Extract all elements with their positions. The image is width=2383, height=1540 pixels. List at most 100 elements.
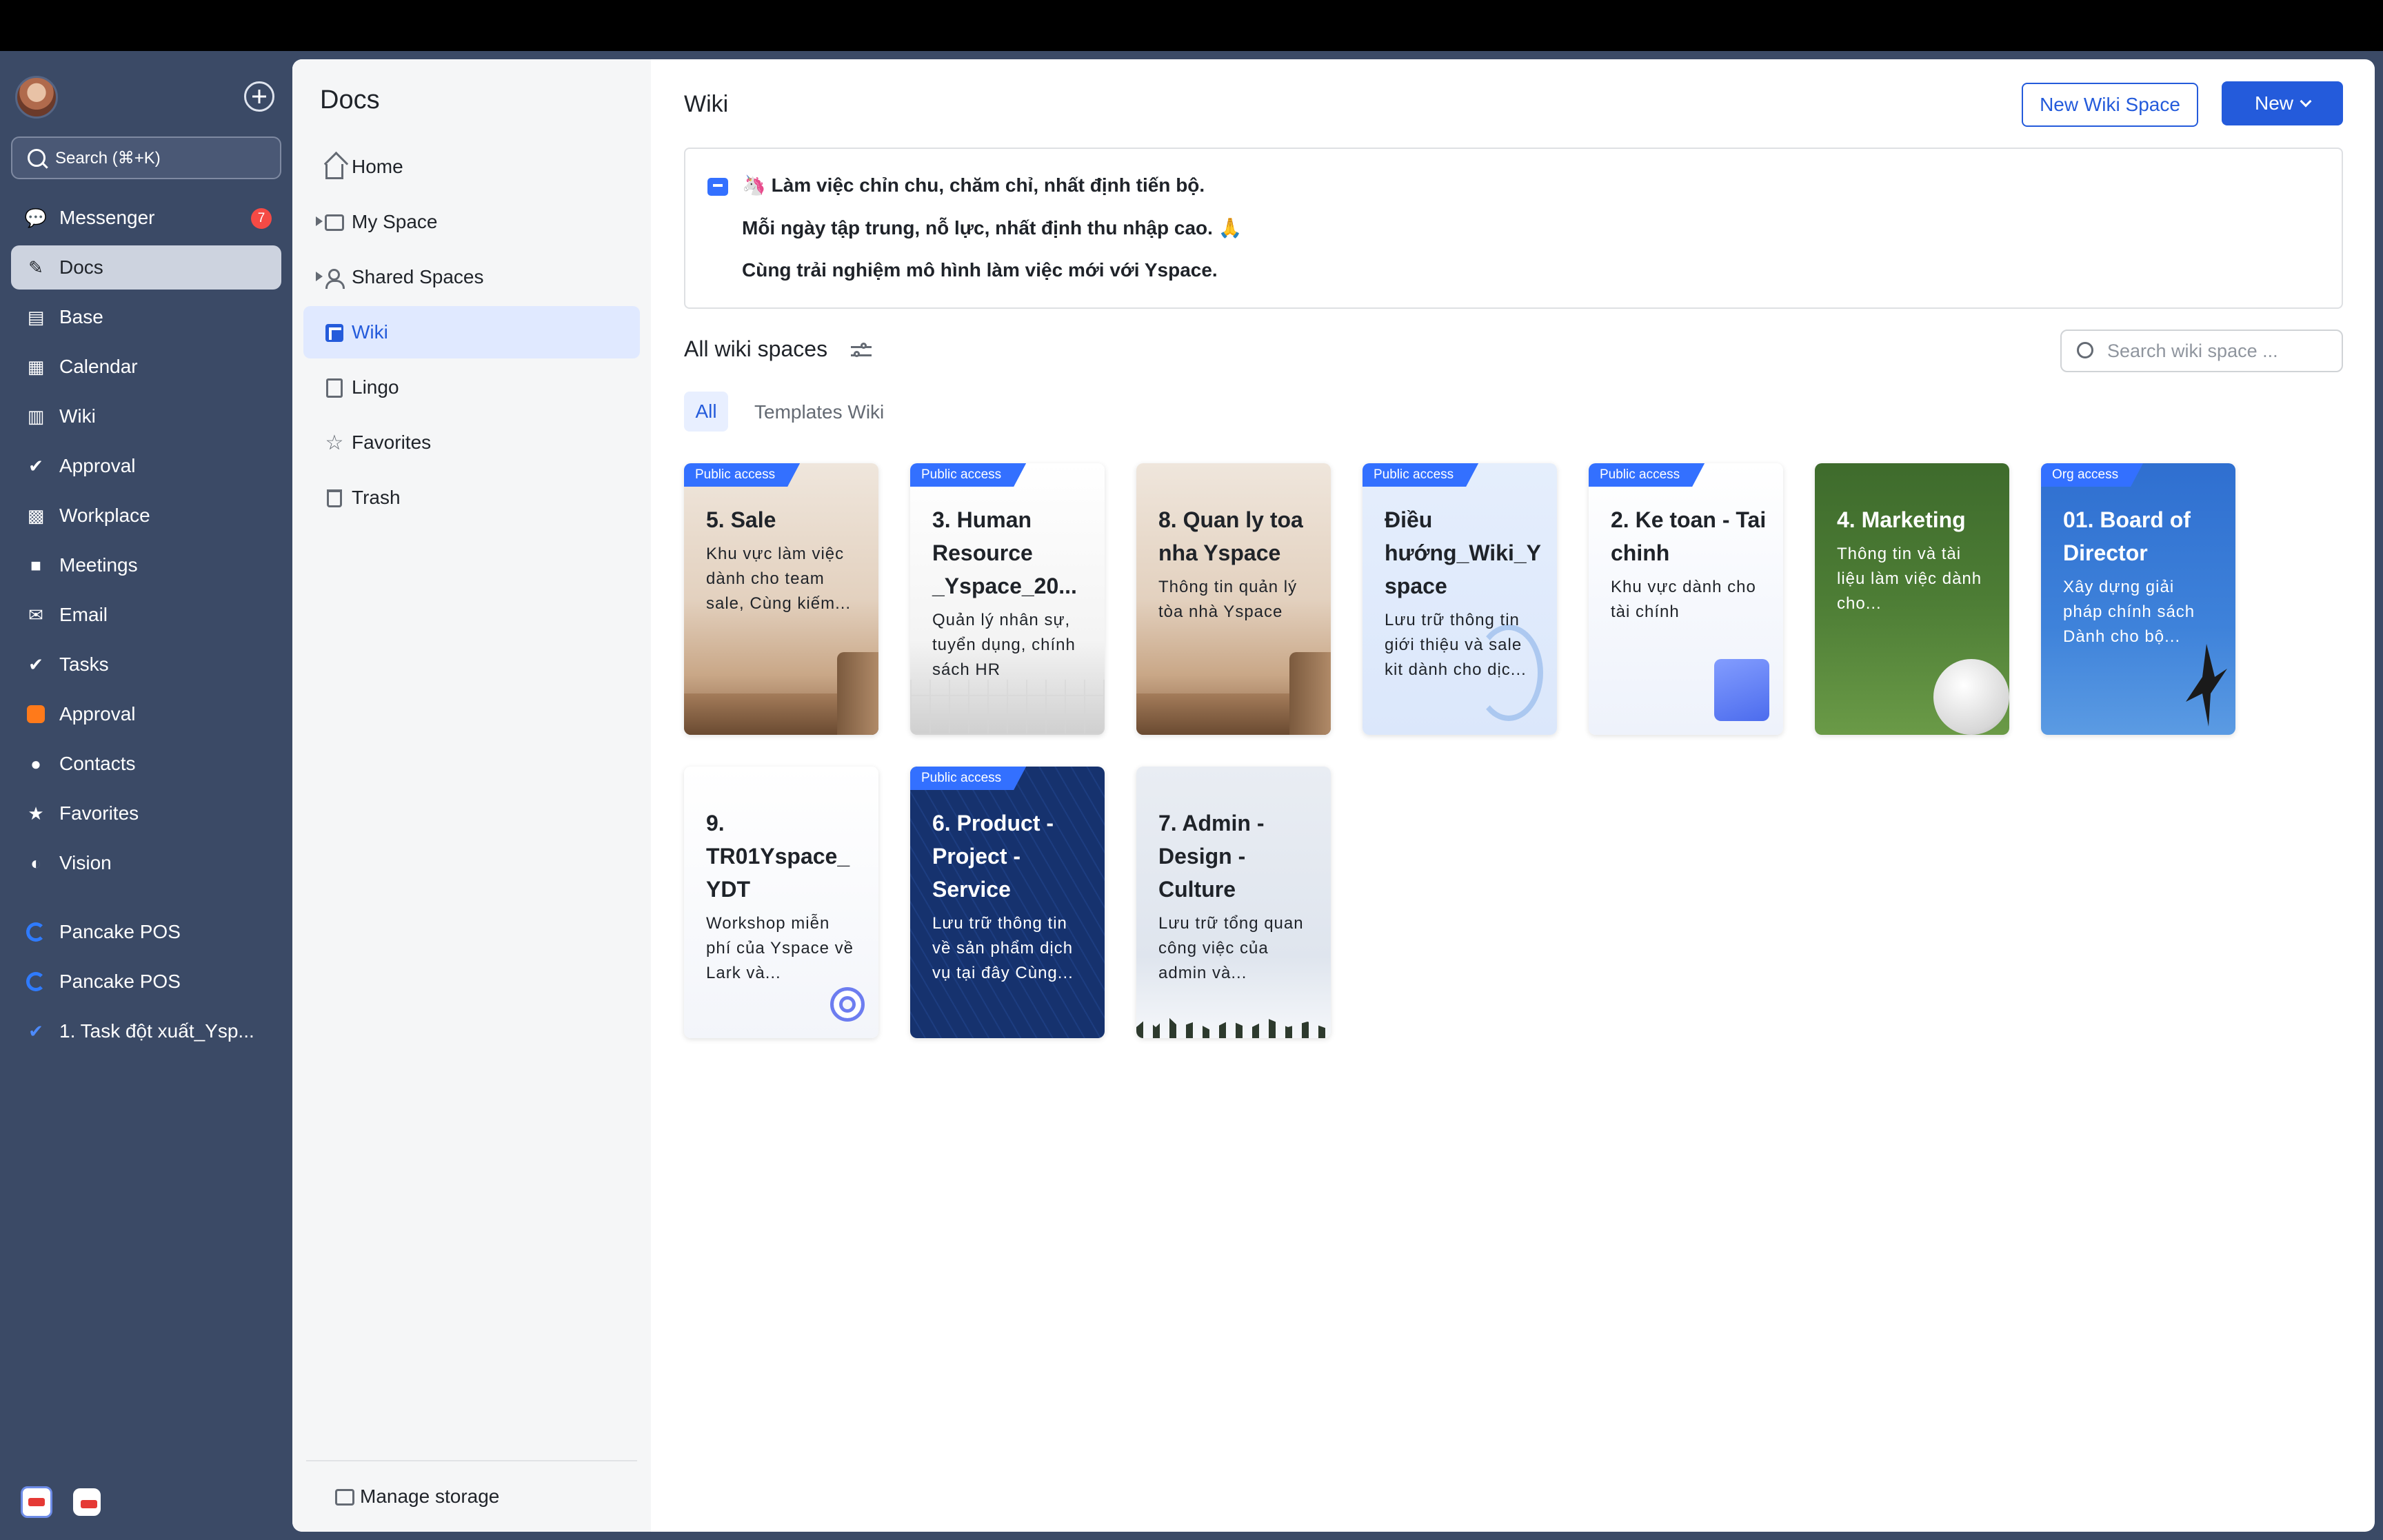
- new-wiki-space-button[interactable]: New Wiki Space: [2022, 83, 2198, 127]
- docs-nav-lingo[interactable]: Lingo: [303, 361, 640, 414]
- sidebar-item-label: Workplace: [59, 505, 150, 526]
- star-icon: ☆: [325, 432, 344, 454]
- sidebar-item-meetings[interactable]: ■ Meetings: [11, 543, 281, 587]
- pancake-pos-icon: [26, 972, 46, 991]
- access-tag: Public access: [684, 463, 800, 487]
- sidebar-item-contacts[interactable]: ● Contacts: [11, 742, 281, 786]
- storage-icon: [335, 1489, 354, 1506]
- sidebar-item-approval-app[interactable]: Approval: [11, 692, 281, 736]
- section-title: All wiki spaces: [684, 336, 828, 361]
- card-title: Điều hướng_Wiki_Y space: [1385, 507, 1541, 598]
- sidebar-item-vision[interactable]: ◐ Vision: [11, 841, 281, 885]
- docs-nav-label: My Space: [352, 211, 438, 232]
- sidebar-pinned-pancake-pos-2[interactable]: Pancake POS: [11, 960, 281, 1004]
- card-cover-image: [2186, 644, 2227, 727]
- create-plus-button[interactable]: [244, 81, 274, 112]
- new-button-label: New: [2254, 92, 2293, 114]
- sidebar-item-label: Base: [59, 306, 103, 327]
- docs-nav-home[interactable]: Home: [303, 141, 640, 193]
- docs-nav-wiki[interactable]: Wiki: [303, 306, 640, 358]
- sidebar-pinned-pancake-pos-1[interactable]: Pancake POS: [11, 910, 281, 954]
- sidebar-item-wiki[interactable]: ▥ Wiki: [11, 394, 281, 438]
- app-nav: 💬 Messenger 7 ✎ Docs ▤ Base ▦ Calendar ▥…: [11, 196, 281, 1059]
- card-description: Quản lý nhân sự, tuyển dụng, chính sách …: [932, 611, 1076, 679]
- book-icon: [324, 378, 345, 398]
- approval-icon: ✔: [28, 456, 43, 476]
- bottom-app-switcher: [21, 1486, 101, 1518]
- tab-all[interactable]: All: [684, 392, 728, 432]
- sidebar-pinned-task[interactable]: ✔ 1. Task đột xuất_Ysp...: [11, 1009, 281, 1053]
- access-tag: Public access: [910, 463, 1026, 487]
- sidebar-item-messenger[interactable]: 💬 Messenger 7: [11, 196, 281, 240]
- docs-nav-label: Wiki: [352, 321, 388, 343]
- filter-settings-icon[interactable]: [851, 342, 872, 360]
- docs-nav-favorites[interactable]: ☆ Favorites: [303, 416, 640, 469]
- wiki-space-card[interactable]: Org access 01. Board of Director Xây dựn…: [2041, 463, 2235, 735]
- expand-caret-icon[interactable]: [316, 272, 323, 281]
- card-description: Khu vực dành cho tài chính: [1611, 578, 1756, 621]
- wiki-space-card[interactable]: Public access 5. Sale Khu vực làm việc d…: [684, 463, 878, 735]
- calendar-icon: ▦: [27, 356, 45, 377]
- sidebar-item-favorites[interactable]: ★ Favorites: [11, 791, 281, 835]
- docs-nav: Home My Space Shared Spaces Wiki Lingo ☆…: [303, 141, 640, 527]
- docs-nav-shared-spaces[interactable]: Shared Spaces: [303, 251, 640, 303]
- sidebar-item-label: Email: [59, 604, 108, 625]
- card-title: 2. Ke toan - Tai chinh: [1611, 507, 1767, 565]
- home-icon: [324, 157, 345, 179]
- manage-storage-button[interactable]: Manage storage: [306, 1460, 637, 1532]
- wiki-space-card[interactable]: Public access 2. Ke toan - Tai chinh Khu…: [1589, 463, 1783, 735]
- sidebar-item-tasks[interactable]: ✔ Tasks: [11, 642, 281, 687]
- card-description: Workshop miễn phí của Yspace về Lark và.…: [706, 914, 854, 982]
- wiki-search-input[interactable]: Search wiki space ...: [2060, 330, 2343, 372]
- wiki-space-card[interactable]: 8. Quan ly toa nha Yspace Thông tin quản…: [1136, 463, 1331, 735]
- access-tag: Public access: [1363, 463, 1478, 487]
- sidebar-item-base[interactable]: ▤ Base: [11, 295, 281, 339]
- global-search-input[interactable]: Search (⌘+K): [11, 136, 281, 179]
- video-icon: ■: [30, 555, 41, 576]
- sidebar-item-label: Contacts: [59, 753, 136, 774]
- docs-nav-label: Home: [352, 156, 403, 177]
- sidebar-item-email[interactable]: ✉ Email: [11, 593, 281, 637]
- search-label: Search (⌘+K): [55, 148, 161, 168]
- wiki-space-card[interactable]: Public access Điều hướng_Wiki_Y space Lư…: [1363, 463, 1557, 735]
- access-tag: Org access: [2041, 463, 2143, 487]
- card-cover-image: [1136, 1016, 1331, 1038]
- sidebar-item-workplace[interactable]: ▩ Workplace: [11, 494, 281, 538]
- sidebar-item-label: Approval: [59, 703, 136, 725]
- card-title: 3. Human Resource _Yspace_20...: [932, 507, 1077, 598]
- wiki-space-card[interactable]: 7. Admin - Design - Culture Lưu trữ tổng…: [1136, 767, 1331, 1038]
- sidebar-item-calendar[interactable]: ▦ Calendar: [11, 345, 281, 389]
- sidebar-item-label: Tasks: [59, 654, 109, 675]
- new-button[interactable]: New: [2222, 81, 2343, 125]
- avatar[interactable]: [15, 76, 58, 119]
- wiki-space-card[interactable]: 4. Marketing Thông tin và tài liệu làm v…: [1815, 463, 2009, 735]
- tab-templates-wiki[interactable]: Templates Wiki: [754, 401, 884, 423]
- access-tag: Public access: [1589, 463, 1705, 487]
- sidebar-item-label: Meetings: [59, 554, 138, 576]
- docs-nav-trash[interactable]: Trash: [303, 472, 640, 524]
- app-shortcut-icon[interactable]: [73, 1488, 101, 1516]
- wiki-space-card[interactable]: Public access 3. Human Resource _Yspace_…: [910, 463, 1105, 735]
- announcement-line: Cùng trải nghiệm mô hình làm việc mới vớ…: [742, 259, 1218, 281]
- card-title: 8. Quan ly toa nha Yspace: [1158, 507, 1303, 565]
- docs-nav-label: Favorites: [352, 432, 432, 453]
- sidebar-item-label: Favorites: [59, 802, 139, 824]
- docs-sidebar: Docs Home My Space Shared Spaces Wiki Li…: [292, 59, 651, 1532]
- card-cover-image: [830, 987, 865, 1022]
- table-icon: ▤: [27, 307, 45, 327]
- sidebar-item-approval[interactable]: ✔ Approval: [11, 444, 281, 488]
- sidebar-item-docs[interactable]: ✎ Docs: [11, 245, 281, 290]
- docs-nav-my-space[interactable]: My Space: [303, 196, 640, 248]
- wiki-space-card[interactable]: Public access 6. Product - Project - Ser…: [910, 767, 1105, 1038]
- card-title: 9. TR01Yspace_ YDT: [706, 811, 850, 902]
- sidebar-item-label: 1. Task đột xuất_Ysp...: [59, 1020, 254, 1042]
- app-shortcut-icon[interactable]: [21, 1486, 52, 1518]
- card-description: Xây dựng giải pháp chính sách Dành cho b…: [2063, 578, 2195, 646]
- wiki-content: Wiki New Wiki Space New 🦄 Làm việc chỉn …: [651, 59, 2375, 1532]
- announcement-box: 🦄 Làm việc chỉn chu, chăm chỉ, nhất định…: [684, 148, 2343, 309]
- expand-caret-icon[interactable]: [316, 216, 323, 226]
- trash-icon: [324, 488, 345, 509]
- wiki-space-card[interactable]: 9. TR01Yspace_ YDT Workshop miễn phí của…: [684, 767, 878, 1038]
- announcement-line: Mỗi ngày tập trung, nỗ lực, nhất định th…: [742, 217, 1243, 239]
- docs-nav-label: Shared Spaces: [352, 266, 484, 287]
